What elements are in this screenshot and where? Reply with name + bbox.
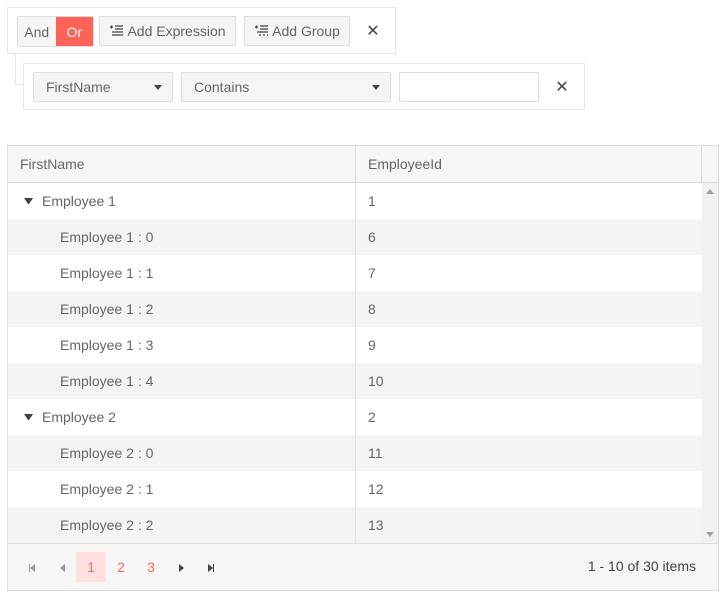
scroll-down-icon[interactable]	[706, 532, 714, 537]
add-expression-label: Add Expression	[127, 23, 226, 39]
field-dropdown[interactable]: FirstName	[33, 72, 173, 102]
next-page-icon[interactable]	[167, 554, 195, 582]
collapse-arrow-icon[interactable]	[24, 198, 33, 204]
grid-body: Employee 1 1 Employee 1 : 0 6 Employee 1…	[8, 183, 702, 543]
tree-connector	[15, 54, 16, 84]
operator-dropdown[interactable]: Contains	[181, 72, 391, 102]
table-row[interactable]: Employee 2 : 2 13	[8, 507, 702, 543]
cell-firstname: Employee 1 : 0	[60, 229, 154, 245]
pager-info: 1 - 10 of 30 items	[587, 558, 696, 574]
and-button[interactable]: And	[18, 17, 56, 46]
cell-firstname: Employee 1 : 1	[60, 265, 154, 281]
cell-firstname: Employee 1 : 4	[60, 373, 154, 389]
add-group-icon	[254, 25, 269, 37]
page-button-2[interactable]: 2	[106, 552, 136, 582]
page-button-3[interactable]: 3	[136, 552, 166, 582]
operator-dropdown-value: Contains	[194, 79, 250, 95]
cell-firstname: Employee 2	[42, 409, 116, 425]
table-row[interactable]: Employee 2 2	[8, 399, 702, 435]
cell-employeeid: 7	[368, 265, 376, 281]
page-button-1[interactable]: 1	[76, 552, 106, 582]
cell-firstname: Employee 2 : 0	[60, 445, 154, 461]
cell-employeeid: 2	[368, 409, 376, 425]
column-header-employeeid[interactable]: EmployeeId	[356, 146, 702, 182]
add-group-button[interactable]: Add Group	[244, 16, 350, 46]
cell-employeeid: 8	[368, 301, 376, 317]
cell-employeeid: 10	[368, 373, 384, 389]
cell-employeeid: 11	[368, 445, 383, 461]
filter-group: And Or Add Expression Add Group ✕	[7, 7, 396, 54]
treelist-grid: FirstName EmployeeId Employee 1 1 Employ…	[7, 145, 719, 591]
cell-employeeid: 13	[368, 517, 384, 533]
tree-connector-branch	[15, 84, 23, 85]
filter-value-input[interactable]	[399, 72, 539, 102]
table-row[interactable]: Employee 1 : 2 8	[8, 291, 702, 327]
cell-employeeid: 9	[368, 337, 376, 353]
or-button[interactable]: Or	[55, 17, 93, 46]
table-row[interactable]: Employee 1 1	[8, 183, 702, 219]
scroll-up-icon[interactable]	[706, 189, 714, 194]
table-row[interactable]: Employee 2 : 0 11	[8, 435, 702, 471]
chevron-down-icon	[372, 85, 380, 90]
table-row[interactable]: Employee 1 : 0 6	[8, 219, 702, 255]
cell-firstname: Employee 1	[42, 193, 116, 209]
chevron-down-icon	[154, 85, 162, 90]
cell-firstname: Employee 2 : 1	[60, 481, 154, 497]
cell-firstname: Employee 1 : 3	[60, 337, 154, 353]
table-row[interactable]: Employee 2 : 1 12	[8, 471, 702, 507]
previous-page-icon[interactable]	[48, 554, 76, 582]
close-group-icon[interactable]: ✕	[363, 21, 383, 41]
table-row[interactable]: Employee 1 : 1 7	[8, 255, 702, 291]
cell-firstname: Employee 2 : 2	[60, 517, 154, 533]
grid-header: FirstName EmployeeId	[8, 146, 718, 183]
table-row[interactable]: Employee 1 : 4 10	[8, 363, 702, 399]
pager: 1 2 3 1 - 10 of 30 items	[8, 543, 718, 590]
table-row[interactable]: Employee 1 : 3 9	[8, 327, 702, 363]
logic-toggle: And Or	[17, 16, 94, 47]
add-expression-button[interactable]: Add Expression	[99, 16, 236, 46]
cell-employeeid: 1	[368, 193, 376, 209]
last-page-icon[interactable]	[197, 554, 225, 582]
add-expression-icon	[109, 25, 124, 37]
vertical-scrollbar[interactable]	[702, 183, 718, 543]
cell-firstname: Employee 1 : 2	[60, 301, 154, 317]
collapse-arrow-icon[interactable]	[24, 414, 33, 420]
cell-employeeid: 12	[368, 481, 384, 497]
column-header-firstname[interactable]: FirstName	[8, 146, 356, 182]
filter-expression: FirstName Contains ✕	[23, 63, 585, 110]
close-expression-icon[interactable]: ✕	[552, 77, 572, 97]
add-group-label: Add Group	[272, 23, 340, 39]
first-page-icon[interactable]	[18, 554, 46, 582]
field-dropdown-value: FirstName	[46, 79, 111, 95]
cell-employeeid: 6	[368, 229, 376, 245]
